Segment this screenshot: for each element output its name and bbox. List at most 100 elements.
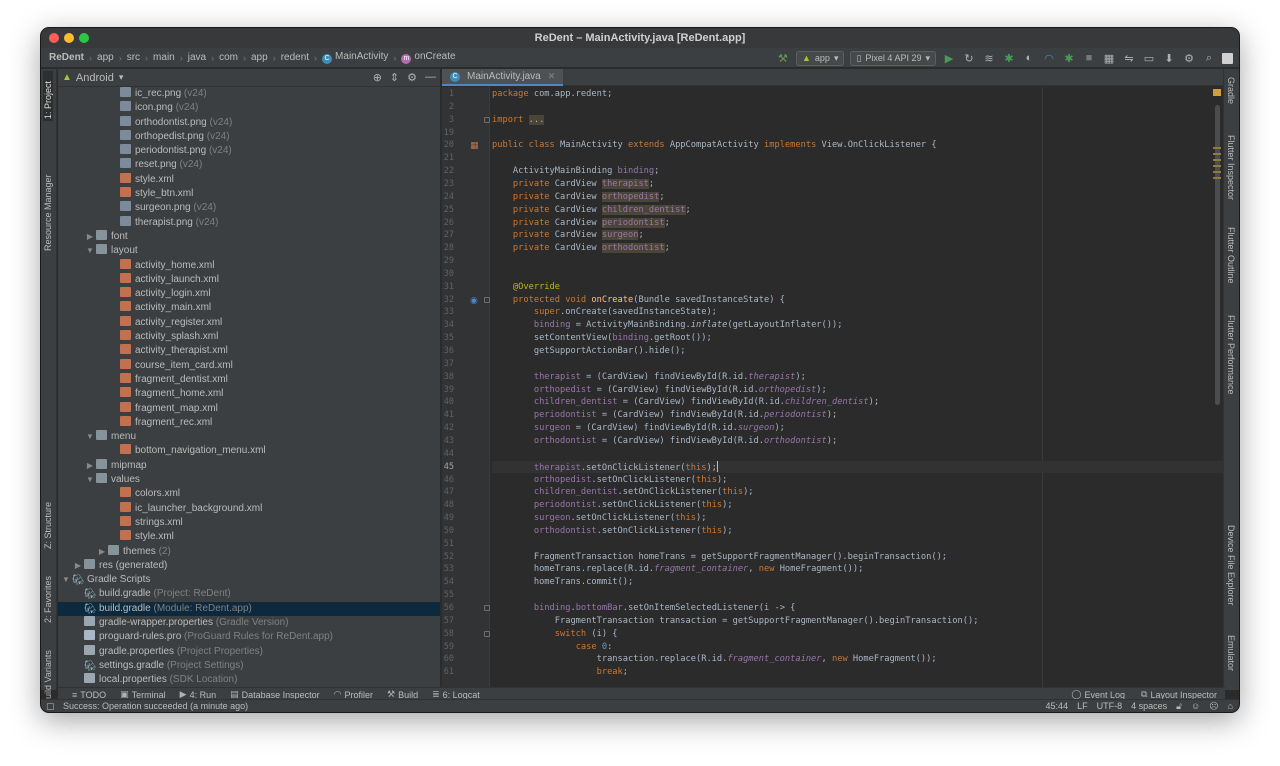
tree-item[interactable]: proguard-rules.pro (ProGuard Rules for R… xyxy=(58,630,440,644)
device-manager-icon[interactable]: ⚙ xyxy=(1182,51,1196,65)
code-line[interactable] xyxy=(492,255,1225,268)
line-number[interactable]: 49 xyxy=(442,512,454,525)
layout-file-gutter-icon[interactable]: ▦ xyxy=(470,140,479,151)
line-number-gutter[interactable]: 1 2 3 19 20 ▦ 21 22 23 24 25 26 27 28 29 30 31 32 ◉ 33 34 35 3… xyxy=(442,87,490,690)
code-line[interactable]: FragmentTransaction transaction = getSup… xyxy=(492,615,1225,628)
tree-item[interactable]: ▼ values xyxy=(58,473,440,487)
breadcrumb-item[interactable]: app xyxy=(251,52,268,63)
tool-window-button[interactable]: ≡ TODO xyxy=(72,690,106,700)
line-separator[interactable]: LF xyxy=(1077,701,1088,711)
line-number[interactable]: 32 xyxy=(442,294,454,307)
line-number[interactable]: 60 xyxy=(442,653,454,666)
coverage-icon[interactable]: ◐ xyxy=(1022,51,1036,65)
make-project-hammer-icon[interactable]: ⚒ xyxy=(776,51,790,65)
tree-item[interactable]: fragment_map.xml xyxy=(58,401,440,416)
line-number[interactable]: 61 xyxy=(442,666,454,679)
line-number[interactable]: 48 xyxy=(442,499,454,512)
tree-item[interactable]: course_item_card.xml xyxy=(58,358,440,373)
code-line[interactable]: children_dentist.setOnClickListener(this… xyxy=(492,486,1225,499)
line-number[interactable]: 42 xyxy=(442,422,454,435)
debug-icon[interactable]: ✱ xyxy=(1002,51,1016,65)
tab-emulator[interactable]: Emulator xyxy=(1226,635,1236,685)
line-number[interactable]: 34 xyxy=(442,319,454,332)
code-line[interactable]: orthopedist.setOnClickListener(this); xyxy=(492,474,1225,487)
locate-file-icon[interactable]: ⊕ xyxy=(373,71,382,84)
line-number[interactable]: 41 xyxy=(442,409,454,422)
code-line[interactable] xyxy=(492,538,1225,551)
tree-item[interactable]: fragment_home.xml xyxy=(58,387,440,401)
tree-item[interactable]: style.xml xyxy=(58,172,440,187)
code-line[interactable]: transaction.replace(R.id.fragment_contai… xyxy=(492,653,1225,666)
code-line[interactable] xyxy=(492,101,1225,114)
highlight-mark[interactable] xyxy=(1213,147,1221,149)
tab-flutter-outline[interactable]: Flutter Outline xyxy=(1226,227,1236,303)
project-structure-icon[interactable]: ▦ xyxy=(1102,51,1116,65)
caret-position[interactable]: 45:44 xyxy=(1046,701,1069,711)
hide-panel-icon[interactable]: — xyxy=(425,71,436,84)
code-line[interactable]: FragmentTransaction homeTrans = getSuppo… xyxy=(492,551,1225,564)
code-line[interactable]: public class MainActivity extends AppCom… xyxy=(492,139,1225,152)
apply-code-changes-icon[interactable]: ≋ xyxy=(982,51,996,65)
line-number[interactable]: 37 xyxy=(442,358,454,371)
code-line[interactable]: homeTrans.commit(); xyxy=(492,576,1225,589)
line-number[interactable]: 51 xyxy=(442,538,454,551)
code-line[interactable]: switch (i) { xyxy=(492,628,1225,641)
breadcrumb-item[interactable]: java xyxy=(188,52,206,63)
tree-item[interactable]: local.properties (SDK Location) xyxy=(58,673,440,687)
code-line[interactable]: binding.bottomBar.setOnItemSelectedListe… xyxy=(492,602,1225,615)
code-line[interactable]: orthopedist = (CardView) findViewById(R.… xyxy=(492,384,1225,397)
line-number[interactable]: 25 xyxy=(442,204,454,217)
tree-item[interactable]: therapist.png (v24) xyxy=(58,215,440,230)
sync-gradle-icon[interactable]: ⇋ xyxy=(1122,51,1136,65)
expanded-arrow-icon[interactable]: ▼ xyxy=(84,430,96,444)
collapsed-arrow-icon[interactable]: ▶ xyxy=(84,459,96,473)
expanded-arrow-icon[interactable]: ▼ xyxy=(84,244,96,258)
code-line[interactable] xyxy=(492,589,1225,602)
tree-item[interactable]: orthodontist.png (v24) xyxy=(58,115,440,130)
expanded-arrow-icon[interactable]: ▼ xyxy=(84,473,96,487)
line-number[interactable]: 1 xyxy=(442,88,454,101)
collapsed-arrow-icon[interactable]: ▶ xyxy=(72,559,84,573)
tree-item[interactable]: gradle.properties (Project Properties) xyxy=(58,644,440,659)
line-number[interactable]: 19 xyxy=(442,127,454,140)
file-encoding[interactable]: UTF-8 xyxy=(1097,701,1123,711)
highlight-mark[interactable] xyxy=(1213,153,1221,155)
code-line[interactable]: surgeon.setOnClickListener(this); xyxy=(492,512,1225,525)
project-view-selector[interactable]: Android xyxy=(76,72,114,84)
tree-item[interactable]: strings.xml xyxy=(58,515,440,530)
code-line[interactable]: therapist.setOnClickListener(this); xyxy=(492,460,1225,474)
code-line[interactable]: break; xyxy=(492,666,1225,679)
tree-item[interactable]: 🐘︎ build.gradle (Project: ReDent) xyxy=(58,587,440,601)
tab-build-variants[interactable]: Build Variants xyxy=(43,635,53,705)
code-line[interactable] xyxy=(492,268,1225,281)
code-line[interactable]: surgeon = (CardView) findViewById(R.id.s… xyxy=(492,422,1225,435)
tree-item[interactable]: fragment_rec.xml xyxy=(58,415,440,430)
code-line[interactable]: therapist = (CardView) findViewById(R.id… xyxy=(492,371,1225,384)
tab-flutter-performance[interactable]: Flutter Performance xyxy=(1226,315,1236,415)
tree-item[interactable]: reset.png (v24) xyxy=(58,158,440,172)
line-number[interactable]: 30 xyxy=(442,268,454,281)
code-line[interactable]: private CardView periodontist; xyxy=(492,217,1225,230)
expanded-arrow-icon[interactable]: ▼ xyxy=(60,573,72,587)
line-number[interactable]: 53 xyxy=(442,563,454,576)
account-icon[interactable] xyxy=(1222,52,1233,64)
line-number[interactable]: 39 xyxy=(442,384,454,397)
run-icon[interactable]: ▶ xyxy=(942,51,956,65)
code-line[interactable]: homeTrans.replace(R.id.fragment_containe… xyxy=(492,563,1225,576)
tab-project[interactable]: 1: Project xyxy=(43,71,53,121)
line-number[interactable]: 57 xyxy=(442,615,454,628)
code-line[interactable]: private CardView therapist; xyxy=(492,178,1225,191)
code-line[interactable] xyxy=(492,152,1225,165)
line-number[interactable]: 22 xyxy=(442,165,454,178)
line-number[interactable]: 28 xyxy=(442,242,454,255)
line-number[interactable]: 33 xyxy=(442,306,454,319)
code-line[interactable]: periodontist = (CardView) findViewById(R… xyxy=(492,409,1225,422)
tab-flutter-inspector[interactable]: Flutter Inspector xyxy=(1226,135,1236,215)
line-number[interactable]: 24 xyxy=(442,191,454,204)
line-number[interactable]: 55 xyxy=(442,589,454,602)
gear-icon[interactable]: ⚙ xyxy=(407,71,417,84)
line-number[interactable]: 31 xyxy=(442,281,454,294)
tree-item[interactable]: ▼ menu xyxy=(58,430,440,444)
error-stripe[interactable] xyxy=(1213,87,1223,690)
tree-item[interactable]: activity_splash.xml xyxy=(58,330,440,344)
